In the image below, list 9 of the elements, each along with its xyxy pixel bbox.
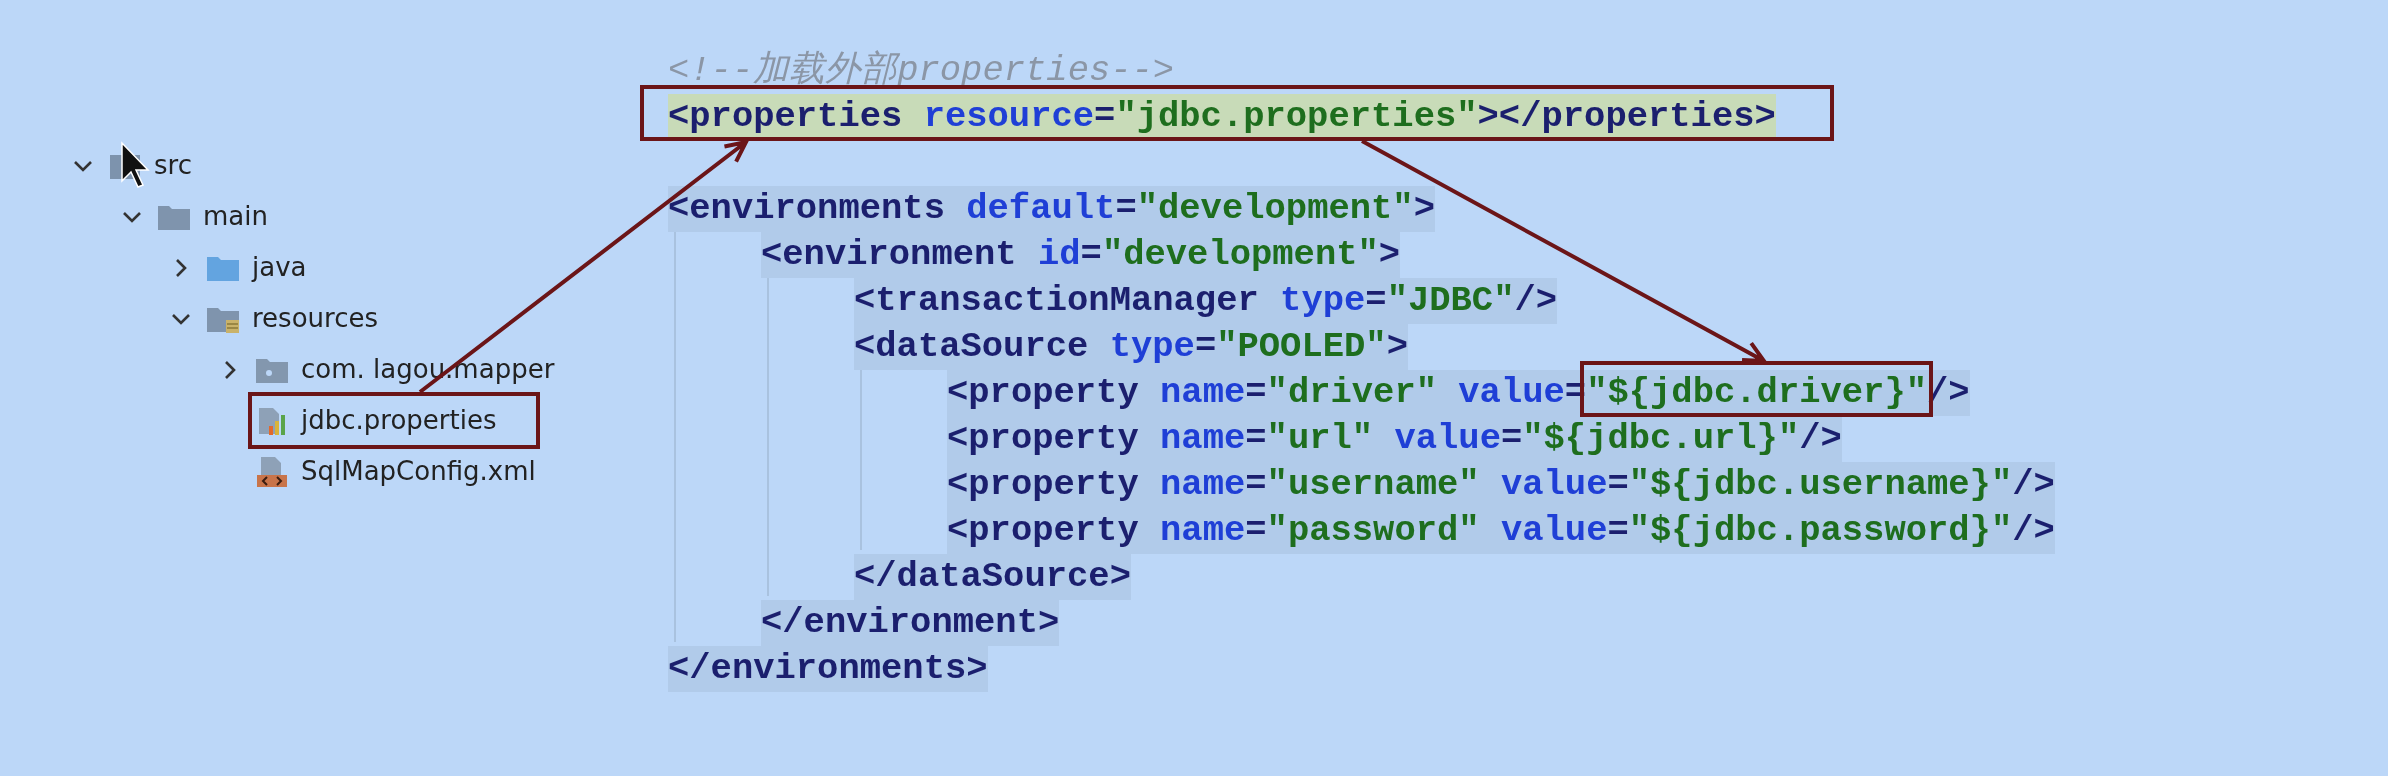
mouse-cursor-icon xyxy=(121,141,150,188)
tree-item-label[interactable]: main xyxy=(203,197,268,236)
tree-item-label[interactable]: src xyxy=(154,146,192,185)
code-comment: <!--加载外部properties--> xyxy=(668,49,1175,93)
xml-file-icon xyxy=(255,456,289,487)
tree-item-label[interactable]: java xyxy=(252,248,307,287)
tree-item-label[interactable]: SqlMapConfig.xml xyxy=(301,452,536,491)
tree-item-label[interactable]: jdbc.properties xyxy=(301,401,497,440)
tree-item-label[interactable]: resources xyxy=(252,299,378,338)
